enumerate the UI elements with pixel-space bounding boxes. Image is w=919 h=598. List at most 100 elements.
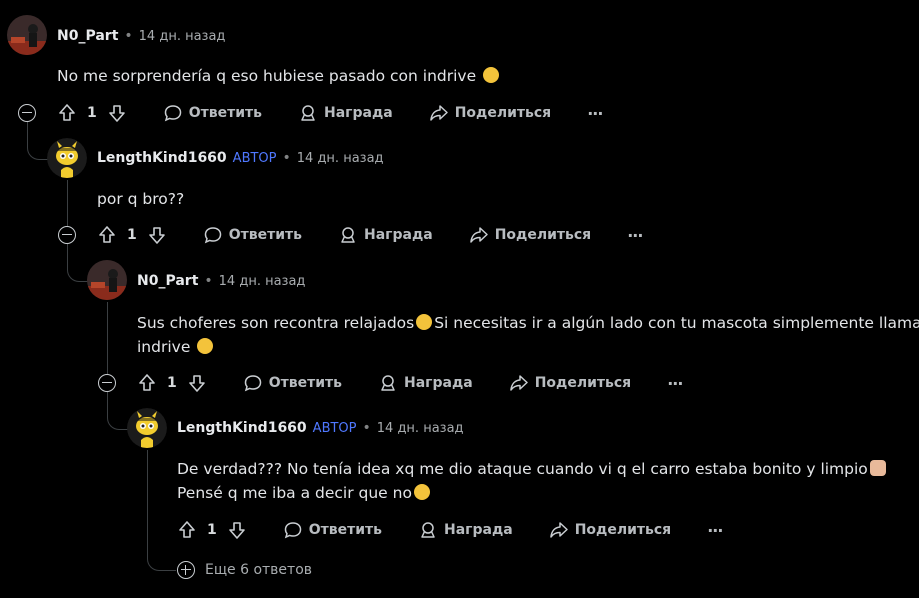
share-button[interactable]: Поделиться <box>469 225 591 245</box>
comment-icon <box>204 227 222 244</box>
award-button[interactable]: Награда <box>418 520 513 540</box>
downvote-icon[interactable] <box>147 225 167 245</box>
comment-icon <box>284 522 302 539</box>
reply-label: Ответить <box>188 105 263 121</box>
more-replies-button[interactable]: Еще 6 ответов <box>177 561 312 579</box>
grimace-emoji-icon <box>197 338 214 354</box>
vote-count: 1 <box>207 522 217 538</box>
reply-label: Ответить <box>268 375 343 391</box>
separator-dot: • <box>204 273 213 289</box>
comment-body: De verdad??? No tenía idea xq me dio ata… <box>177 457 888 505</box>
collapse-icon[interactable] <box>18 104 36 122</box>
expand-icon <box>177 561 195 579</box>
vote-count: 1 <box>167 375 177 391</box>
separator-dot: • <box>124 28 133 44</box>
comment-text: Si necesitas ir a algún lado con tu masc… <box>434 314 919 332</box>
upvote-icon[interactable] <box>57 103 77 123</box>
overflow-icon[interactable]: ··· <box>667 374 683 393</box>
comment-icon <box>244 375 262 392</box>
share-button[interactable]: Поделиться <box>549 520 671 540</box>
author-name[interactable]: N0_Part <box>57 28 118 44</box>
thread-line <box>147 450 148 540</box>
comment-body: por q bro?? <box>97 187 184 211</box>
reply-label: Ответить <box>228 227 303 243</box>
user-avatar-icon <box>7 15 47 55</box>
comment-actions: 1 Ответить Награда Поделиться ··· <box>57 99 603 127</box>
comment-text: No me sorprendería q eso hubiese pasado … <box>57 67 477 85</box>
award-icon <box>341 227 355 243</box>
op-badge: АВТОР <box>232 150 277 166</box>
more-replies-label: Еще 6 ответов <box>205 562 313 578</box>
share-icon <box>469 227 488 243</box>
author-name[interactable]: N0_Part <box>137 273 198 289</box>
thread-line <box>67 180 68 226</box>
comment-line: Sus choferes son recontra relajados Si ne… <box>137 311 919 335</box>
comment-actions: 1 Ответить Награда Поделиться ··· <box>97 221 643 249</box>
author-name[interactable]: LengthKind1660 <box>177 420 307 436</box>
downvote-icon[interactable] <box>187 373 207 393</box>
user-avatar-icon <box>87 260 127 300</box>
comment-text: Pensé q me iba a decir que no <box>177 484 412 502</box>
comment-line: De verdad??? No tenía idea xq me dio ata… <box>177 457 888 481</box>
reply-button[interactable]: Ответить <box>243 373 342 393</box>
vote-count: 1 <box>127 227 137 243</box>
reply-label: Ответить <box>308 522 383 538</box>
comment-line: indrive <box>137 335 919 359</box>
vote-control: 1 <box>57 103 127 123</box>
avatar[interactable] <box>87 260 127 300</box>
comment-icon <box>164 105 182 122</box>
award-label: Награда <box>324 105 393 121</box>
reply-button[interactable]: Ответить <box>163 103 262 123</box>
comment-text: Sus choferes son recontra relajados <box>137 314 415 332</box>
upvote-icon[interactable] <box>97 225 117 245</box>
comment-actions: 1 Ответить Награда Поделиться ··· <box>177 516 723 544</box>
share-icon <box>429 105 448 121</box>
award-label: Награда <box>444 522 513 538</box>
vote-count: 1 <box>87 105 97 121</box>
award-button[interactable]: Награда <box>338 225 433 245</box>
sweat-smile-emoji-icon <box>413 484 430 500</box>
award-icon <box>381 375 395 391</box>
award-label: Награда <box>404 375 473 391</box>
overflow-icon[interactable]: ··· <box>587 104 603 123</box>
comment-text: por q bro?? <box>97 190 185 208</box>
downvote-icon[interactable] <box>107 103 127 123</box>
comment-text: De verdad??? No tenía idea xq me dio ata… <box>177 460 868 478</box>
reply-button[interactable]: Ответить <box>283 520 382 540</box>
comment-body: Sus choferes son recontra relajados Si ne… <box>137 311 919 359</box>
timestamp[interactable]: 14 дн. назад <box>297 151 384 166</box>
timestamp[interactable]: 14 дн. назад <box>139 29 226 44</box>
thread-line <box>107 302 108 374</box>
vote-control: 1 <box>137 373 207 393</box>
collapse-icon[interactable] <box>98 374 116 392</box>
avatar[interactable] <box>7 15 47 55</box>
timestamp[interactable]: 14 дн. назад <box>377 421 464 436</box>
thread-connector <box>147 540 176 571</box>
upvote-icon[interactable] <box>137 373 157 393</box>
downvote-icon[interactable] <box>227 520 247 540</box>
author-name[interactable]: LengthKind1660 <box>97 150 227 166</box>
share-icon <box>509 375 528 391</box>
overflow-icon[interactable]: ··· <box>627 226 643 245</box>
grin-emoji-icon <box>416 314 433 330</box>
share-button[interactable]: Поделиться <box>509 373 631 393</box>
snoo-avatar-icon <box>47 138 87 178</box>
award-button[interactable]: Награда <box>378 373 473 393</box>
award-icon <box>301 105 315 121</box>
reply-button[interactable]: Ответить <box>203 225 302 245</box>
overflow-icon[interactable]: ··· <box>707 521 723 540</box>
avatar[interactable] <box>127 408 167 448</box>
vote-control: 1 <box>177 520 247 540</box>
timestamp[interactable]: 14 дн. назад <box>219 274 306 289</box>
comment-meta: N0_Part • 14 дн. назад <box>137 271 305 291</box>
separator-dot: • <box>362 420 371 436</box>
snoo-avatar-icon <box>127 408 167 448</box>
comment-text: indrive <box>137 338 191 356</box>
op-badge: АВТОР <box>312 420 357 436</box>
avatar[interactable] <box>47 138 87 178</box>
award-button[interactable]: Награда <box>298 103 393 123</box>
share-button[interactable]: Поделиться <box>429 103 551 123</box>
collapse-icon[interactable] <box>58 226 76 244</box>
upvote-icon[interactable] <box>177 520 197 540</box>
comment-meta: N0_Part • 14 дн. назад <box>57 26 225 46</box>
